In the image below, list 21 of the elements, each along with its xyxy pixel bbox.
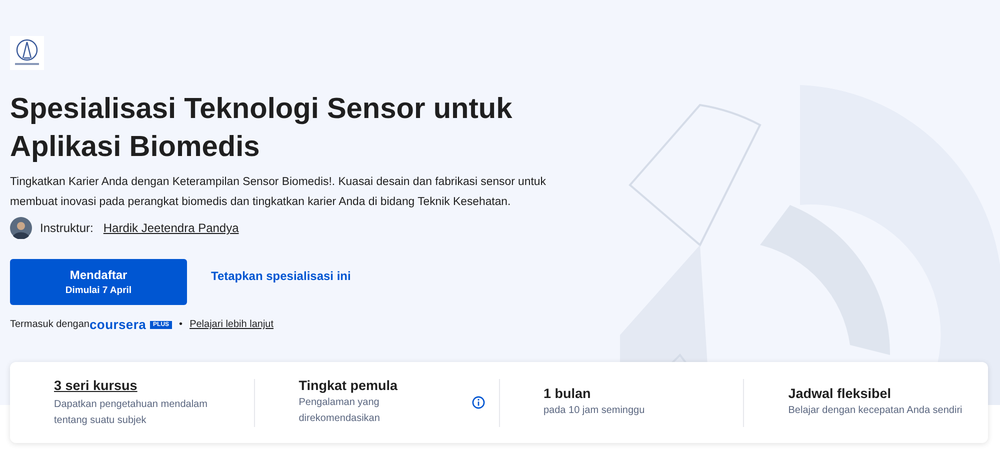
stat-subtitle: pada 10 jam seminggu — [544, 404, 646, 418]
instructor-label: Instruktur: — [40, 221, 94, 235]
save-specialization-link[interactable]: Tetapkan spesialisasi ini — [211, 269, 351, 283]
stat-title-link[interactable]: 3 seri kursus — [54, 378, 138, 392]
info-icon[interactable] — [472, 396, 484, 409]
stat-subtitle: Belajar dengan kecepatan Anda sendiri — [788, 404, 964, 418]
separator: • — [179, 319, 183, 330]
page-title: Spesialisasi Teknologi Sensor untuk Aplikasi Biomedis — [10, 92, 514, 165]
stat-title: Jadwal fleksibel — [788, 386, 892, 401]
enroll-button[interactable]: Mendaftar Dimulai 7 April — [10, 259, 187, 305]
stat-title: 1 bulan — [544, 386, 592, 401]
brand-logo: coursera — [90, 317, 146, 332]
learn-more-link[interactable]: Pelajari lebih lanjut — [190, 319, 274, 330]
stat-subtitle: Pengalaman yang direkomendasikan — [298, 396, 381, 426]
included-text: Termasuk dengan — [10, 319, 90, 330]
description: Tingkatkan Karier Anda dengan Keterampilan Sensor Biomedis!. Kuasai desain dan fabrikasi sensor untuk membuat inovasi pada perangkat biomedis dan tingkatkan karier Anda di bidang Teknik Kesehatan. — [10, 175, 547, 210]
logo-icon — [10, 36, 44, 70]
stat-subtitle: Dapatkan pengetahuan mendalam tentang suatu subjek — [54, 398, 208, 428]
instructor-link[interactable]: Hardik Jeetendra Pandya — [103, 221, 239, 235]
stat-title: Tingkat pemula — [298, 378, 399, 393]
avatar-icon — [10, 217, 32, 239]
